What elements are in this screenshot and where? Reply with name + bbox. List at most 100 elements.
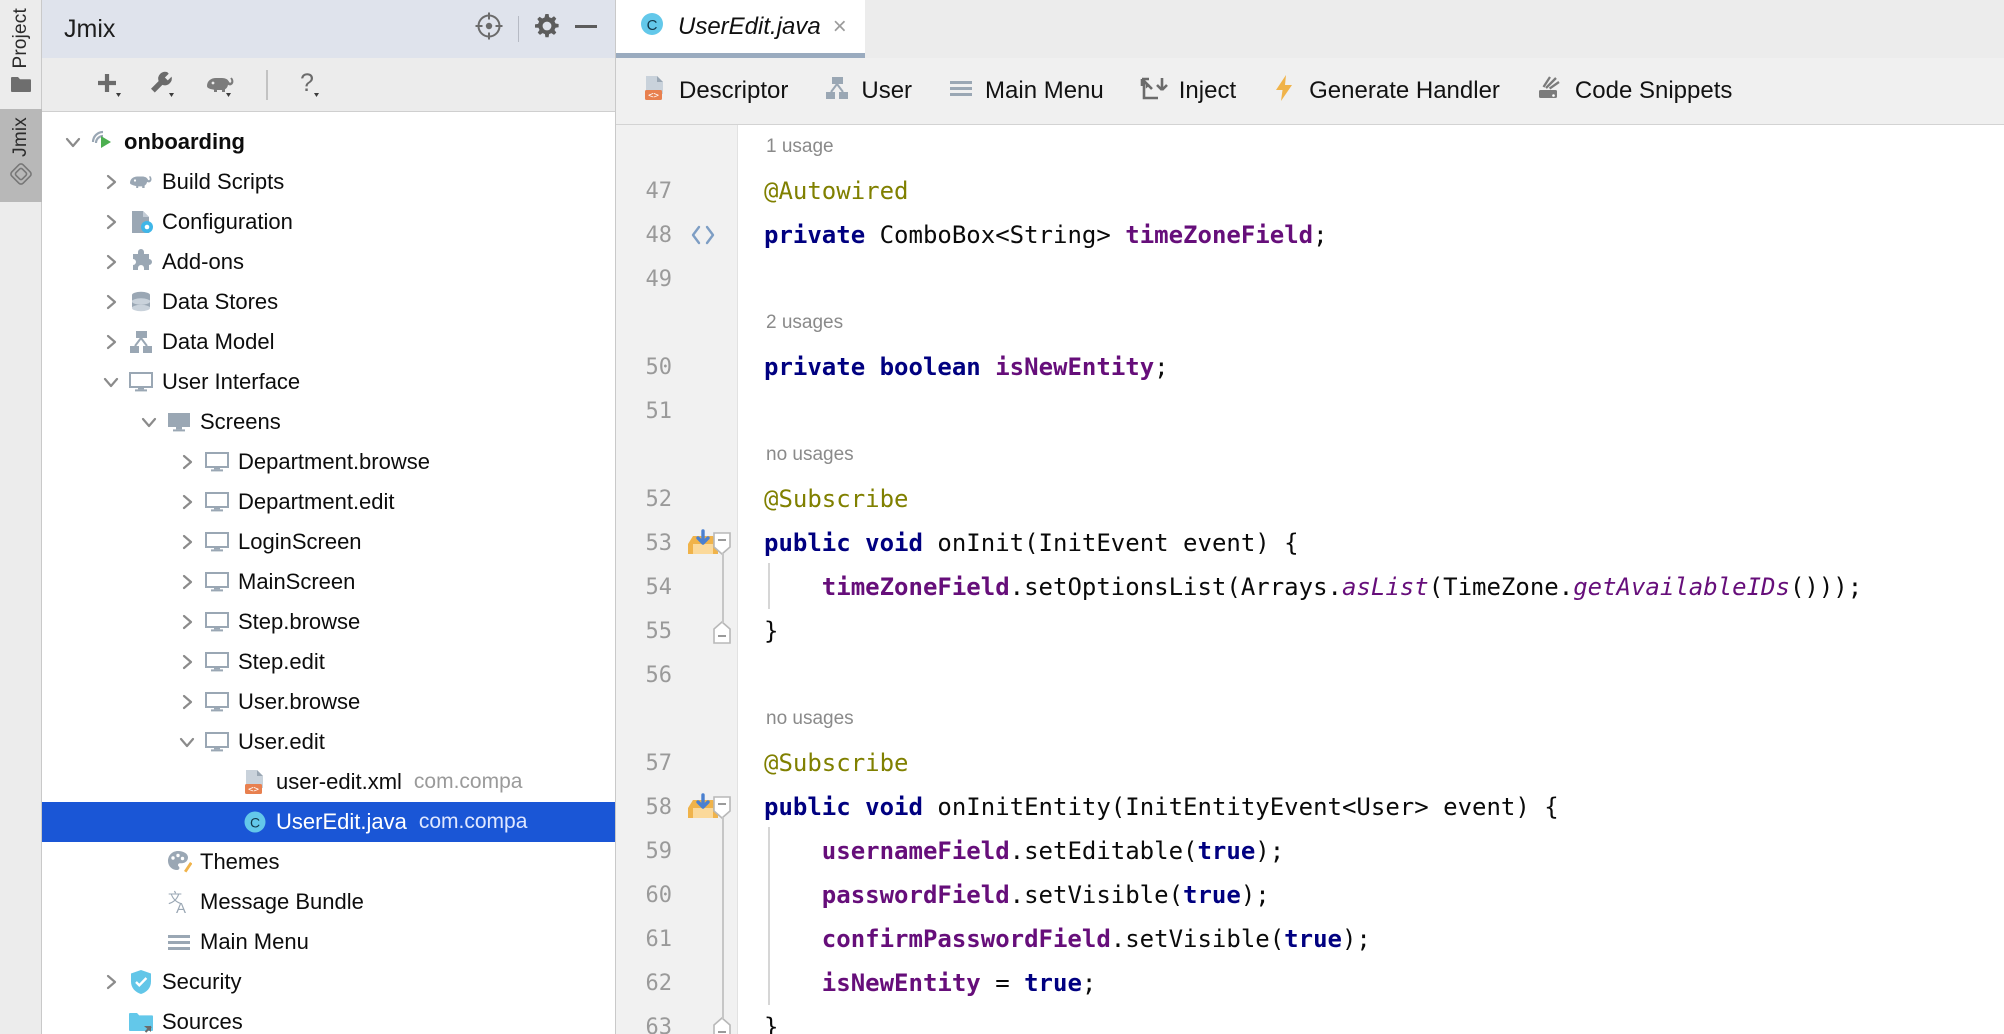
gutter-line-blank[interactable] — [616, 433, 737, 477]
gutter-line-blank[interactable] — [616, 697, 737, 741]
chevron-right-icon[interactable] — [174, 532, 200, 552]
gutter-line-62[interactable]: 62 — [616, 961, 737, 1005]
wrench-icon[interactable] — [148, 69, 182, 101]
code-line-61[interactable]: confirmPasswordField.setVisible(true); — [738, 917, 2004, 961]
code-line-47[interactable]: @Autowired — [738, 169, 2004, 213]
code-line-55[interactable]: } — [738, 609, 2004, 653]
tree-row-user-interface[interactable]: User Interface — [42, 362, 615, 402]
minimize-icon[interactable] — [571, 12, 601, 46]
code-line-56[interactable] — [738, 653, 2004, 697]
gutter-line-49[interactable]: 49 — [616, 257, 737, 301]
tree-row-screens[interactable]: Screens — [42, 402, 615, 442]
tree-row-mainscreen[interactable]: MainScreen — [42, 562, 615, 602]
gutter-line-61[interactable]: 61 — [616, 917, 737, 961]
tree-row-user-edit[interactable]: User.edit — [42, 722, 615, 762]
chevron-right-icon[interactable] — [98, 332, 124, 352]
gutter-line-57[interactable]: 57 — [616, 741, 737, 785]
gutter-line-58[interactable]: 58 — [616, 785, 737, 829]
question-mark-icon[interactable]: ? — [296, 69, 328, 101]
chevron-right-icon[interactable] — [174, 612, 200, 632]
gutter-line-63[interactable]: 63 — [616, 1005, 737, 1034]
close-icon[interactable]: × — [833, 14, 847, 39]
chevron-right-icon[interactable] — [174, 452, 200, 472]
editor-action-descriptor[interactable]: <> Descriptor — [642, 75, 788, 108]
tree-row-onboarding[interactable]: onboarding — [42, 122, 615, 162]
chevron-down-icon[interactable] — [174, 732, 200, 752]
editor-gutter[interactable]: 47 48 49 50 51 52 53 54 55 56 57 58 59 60 61 62 63 — [616, 125, 738, 1034]
editor-action-main-menu[interactable]: Main Menu — [948, 76, 1104, 107]
elephant-icon[interactable] — [202, 69, 238, 101]
chevron-right-icon[interactable] — [98, 212, 124, 232]
chevron-right-icon[interactable] — [98, 252, 124, 272]
gutter-line-55[interactable]: 55 — [616, 609, 737, 653]
chevron-right-icon[interactable] — [98, 972, 124, 992]
code-line-57[interactable]: @Subscribe — [738, 741, 2004, 785]
usage-hint[interactable]: no usages — [738, 697, 2004, 741]
code-line-58[interactable]: public void onInitEntity(InitEntityEvent… — [738, 785, 2004, 829]
gutter-line-blank[interactable] — [616, 125, 737, 169]
locate-target-icon[interactable] — [474, 11, 504, 47]
gutter-line-48[interactable]: 48 — [616, 213, 737, 257]
fold-collapse-icon[interactable] — [711, 795, 733, 820]
code-line-54[interactable]: timeZoneField.setOptionsList(Arrays.asLi… — [738, 565, 2004, 609]
gutter-line-54[interactable]: 54 — [616, 565, 737, 609]
tree-row-loginscreen[interactable]: LoginScreen — [42, 522, 615, 562]
tree-row-add-ons[interactable]: Add-ons — [42, 242, 615, 282]
gutter-line-50[interactable]: 50 — [616, 345, 737, 389]
code-line-60[interactable]: passwordField.setVisible(true); — [738, 873, 2004, 917]
editor-tab-useredit-java[interactable]: C UserEdit.java × — [616, 0, 865, 58]
tree-row-step-browse[interactable]: Step.browse — [42, 602, 615, 642]
tool-window-tab-project[interactable]: Project — [0, 0, 42, 109]
gutter-line-53[interactable]: 53 — [616, 521, 737, 565]
gutter-line-blank[interactable] — [616, 301, 737, 345]
code-brackets-icon[interactable] — [680, 218, 726, 252]
tree-row-department-browse[interactable]: Department.browse — [42, 442, 615, 482]
code-line-59[interactable]: usernameField.setEditable(true); — [738, 829, 2004, 873]
usage-hint[interactable]: no usages — [738, 433, 2004, 477]
gutter-line-52[interactable]: 52 — [616, 477, 737, 521]
plus-icon[interactable] — [94, 69, 128, 101]
chevron-down-icon[interactable] — [136, 412, 162, 432]
gutter-line-47[interactable]: 47 — [616, 169, 737, 213]
code-line-50[interactable]: private boolean isNewEntity; — [738, 345, 2004, 389]
gear-icon[interactable] — [533, 12, 561, 46]
tree-row-department-edit[interactable]: Department.edit — [42, 482, 615, 522]
tree-row-configuration[interactable]: Configuration — [42, 202, 615, 242]
code-line-63[interactable]: } — [738, 1005, 2004, 1034]
chevron-right-icon[interactable] — [174, 572, 200, 592]
code-line-48[interactable]: private ComboBox<String> timeZoneField; — [738, 213, 2004, 257]
editor-action-user[interactable]: User — [824, 75, 912, 108]
code-line-51[interactable] — [738, 389, 2004, 433]
gutter-line-60[interactable]: 60 — [616, 873, 737, 917]
gutter-line-51[interactable]: 51 — [616, 389, 737, 433]
editor-action-inject[interactable]: Inject — [1140, 75, 1236, 108]
project-tree[interactable]: onboarding Build Scripts Configuration Ad… — [42, 112, 615, 1034]
code-text[interactable]: 1 usage @Autowired private ComboBox<String… — [738, 125, 2004, 1034]
gutter-line-59[interactable]: 59 — [616, 829, 737, 873]
tree-row-message-bundle[interactable]: 文 A Message Bundle — [42, 882, 615, 922]
tree-row-user-edit-xml[interactable]: <> user-edit.xml com.compa — [42, 762, 615, 802]
tree-row-main-menu[interactable]: Main Menu — [42, 922, 615, 962]
tree-row-user-browse[interactable]: User.browse — [42, 682, 615, 722]
tool-window-tab-jmix[interactable]: Jmix — [0, 108, 42, 203]
chevron-right-icon[interactable] — [98, 172, 124, 192]
tree-row-themes[interactable]: Themes — [42, 842, 615, 882]
tree-row-useredit-java[interactable]: C UserEdit.java com.compa — [42, 802, 615, 842]
tree-row-build-scripts[interactable]: Build Scripts — [42, 162, 615, 202]
fold-collapse-icon[interactable] — [711, 531, 733, 556]
tree-row-data-model[interactable]: Data Model — [42, 322, 615, 362]
chevron-right-icon[interactable] — [174, 652, 200, 672]
code-line-62[interactable]: isNewEntity = true; — [738, 961, 2004, 1005]
chevron-down-icon[interactable] — [60, 132, 86, 152]
tree-row-data-stores[interactable]: Data Stores — [42, 282, 615, 322]
editor-action-generate-handler[interactable]: Generate Handler — [1272, 74, 1500, 109]
tree-row-step-edit[interactable]: Step.edit — [42, 642, 615, 682]
code-line-49[interactable] — [738, 257, 2004, 301]
chevron-right-icon[interactable] — [174, 492, 200, 512]
tree-row-security[interactable]: Security — [42, 962, 615, 1002]
code-line-53[interactable]: public void onInit(InitEvent event) { — [738, 521, 2004, 565]
chevron-right-icon[interactable] — [98, 292, 124, 312]
usage-hint[interactable]: 1 usage — [738, 125, 2004, 169]
editor-action-code-snippets[interactable]: Code Snippets — [1536, 75, 1732, 108]
code-line-52[interactable]: @Subscribe — [738, 477, 2004, 521]
